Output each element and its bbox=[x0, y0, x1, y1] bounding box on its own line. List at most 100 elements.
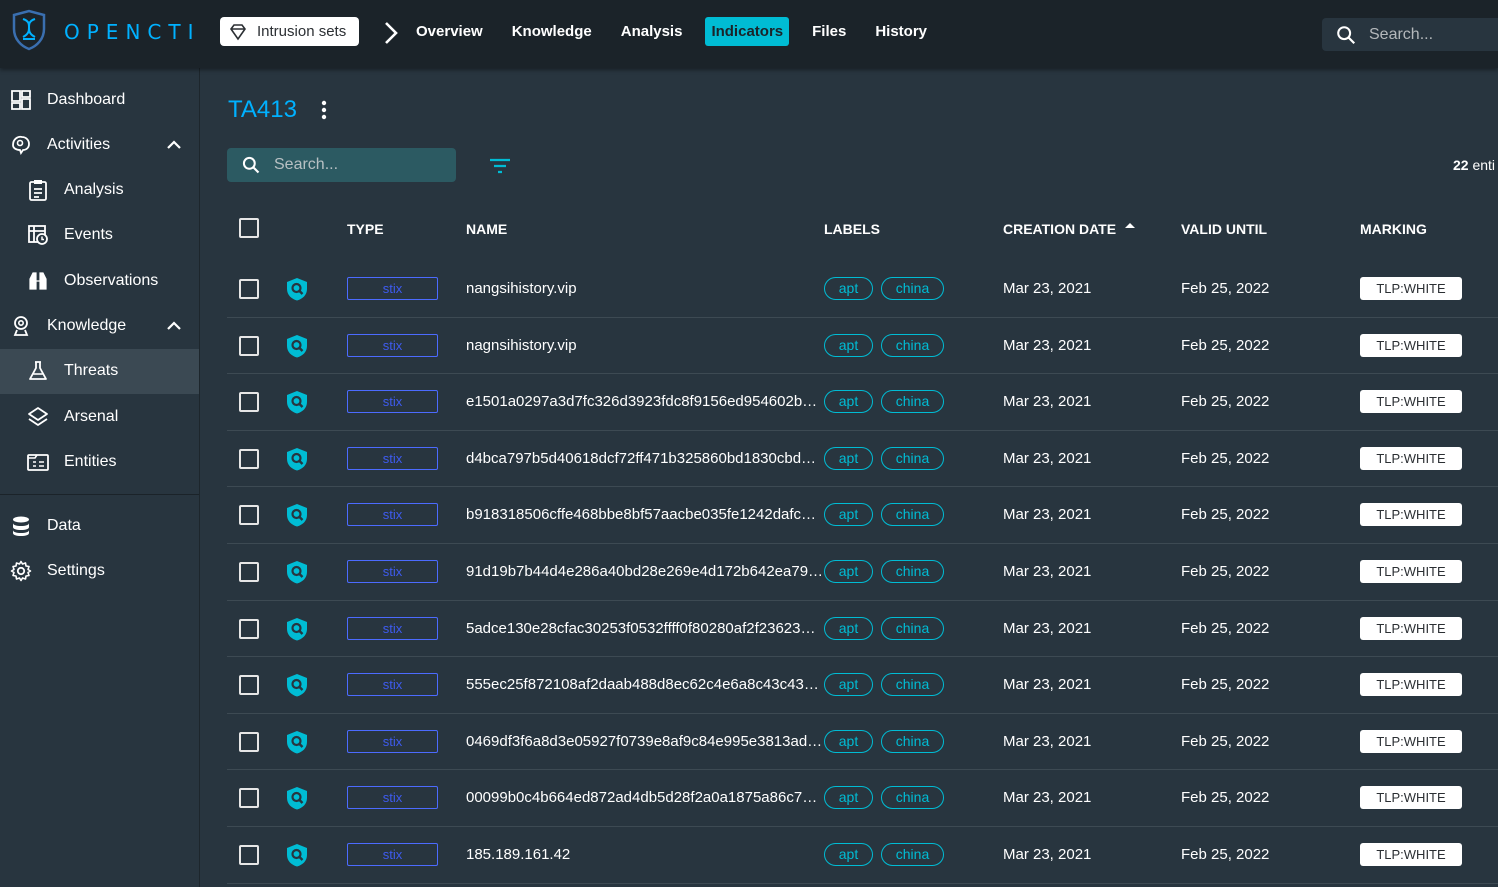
entity-type-chip[interactable]: Intrusion sets bbox=[220, 17, 359, 46]
list-search-input[interactable] bbox=[274, 156, 444, 174]
row-checkbox[interactable] bbox=[239, 392, 259, 413]
label-chip[interactable]: apt bbox=[824, 673, 873, 697]
indicator-icon bbox=[286, 617, 308, 641]
sidebar-item-entities[interactable]: Entities bbox=[0, 440, 199, 485]
label-chip[interactable]: china bbox=[881, 390, 944, 414]
indicator-name: 91d19b7b44d4e286a40bd28e269e4d172b642ea7… bbox=[466, 562, 824, 580]
label-chip[interactable]: china bbox=[881, 277, 944, 300]
table-row[interactable]: stix 5adce130e28cfac30253f0532ffff0f80280… bbox=[227, 601, 1498, 658]
indicator-name: d4bca797b5d40618dcf72ff471b325860bd1830c… bbox=[466, 449, 817, 467]
row-checkbox[interactable] bbox=[239, 788, 259, 809]
global-search-input[interactable] bbox=[1369, 25, 1489, 44]
more-vert-icon[interactable] bbox=[316, 98, 332, 122]
column-header-name[interactable]: NAME bbox=[466, 221, 507, 237]
chevron-up-icon[interactable] bbox=[163, 134, 185, 156]
sidebar-item-events[interactable]: Events bbox=[0, 213, 199, 258]
select-all-checkbox[interactable] bbox=[239, 218, 259, 238]
label-chip[interactable]: apt bbox=[824, 446, 873, 470]
tab-overview[interactable]: Overview bbox=[410, 17, 489, 46]
label-chip[interactable]: apt bbox=[824, 277, 873, 300]
indicator-name: 185.189.161.42 bbox=[466, 845, 571, 863]
creation-date: Mar 23, 2021 bbox=[1003, 789, 1092, 807]
column-header-creation-date[interactable]: CREATION DATE bbox=[1003, 221, 1116, 237]
creation-date: Mar 23, 2021 bbox=[1003, 845, 1092, 863]
row-checkbox[interactable] bbox=[239, 844, 259, 865]
tab-analysis[interactable]: Analysis bbox=[615, 17, 689, 46]
row-checkbox[interactable] bbox=[239, 731, 259, 752]
sidebar-divider bbox=[0, 494, 199, 495]
sidebar-item-data[interactable]: Data bbox=[0, 504, 199, 549]
table-row[interactable]: stix 555ec25f872108af2daab488d8ec62c4e6a8… bbox=[227, 657, 1498, 714]
label-chip[interactable]: apt bbox=[824, 503, 873, 527]
indicator-name: 00099b0c4b664ed872ad4db5d28f2a0a1875a86c… bbox=[466, 789, 824, 807]
tab-knowledge[interactable]: Knowledge bbox=[506, 17, 598, 46]
tab-indicators[interactable]: Indicators bbox=[705, 17, 790, 46]
row-checkbox[interactable] bbox=[239, 618, 259, 639]
tab-history[interactable]: History bbox=[869, 17, 933, 46]
sidebar-item-label: Dashboard bbox=[47, 91, 126, 108]
row-checkbox[interactable] bbox=[239, 505, 259, 526]
table-row[interactable]: stix b918318506cffe468bbe8bf57aacbe035fe1… bbox=[227, 487, 1498, 544]
activities-icon bbox=[9, 133, 33, 157]
label-chip[interactable]: china bbox=[881, 446, 944, 470]
valid-until-date: Feb 25, 2022 bbox=[1181, 619, 1270, 637]
column-header-valid-until[interactable]: VALID UNTIL bbox=[1181, 221, 1267, 237]
label-chip[interactable]: apt bbox=[824, 729, 873, 753]
row-checkbox[interactable] bbox=[239, 561, 259, 582]
label-chip[interactable]: apt bbox=[824, 333, 873, 357]
creation-date: Mar 23, 2021 bbox=[1003, 280, 1092, 297]
table-row[interactable]: stix 91d19b7b44d4e286a40bd28e269e4d172b64… bbox=[227, 544, 1498, 601]
label-chip[interactable]: apt bbox=[824, 559, 873, 583]
label-chip[interactable]: china bbox=[881, 786, 944, 810]
table-row[interactable]: stix e1501a0297a3d7fc326d3923fdc8f9156ed9… bbox=[227, 374, 1498, 431]
table-row[interactable]: stix nangsihistory.vip apt china Mar 23, 202… bbox=[227, 261, 1498, 318]
sidebar-item-analysis[interactable]: Analysis bbox=[0, 168, 199, 213]
indicator-name: 0469df3f6a8d3e05927f0739e8af9c84e995e381… bbox=[466, 732, 823, 750]
opencti-logo-icon[interactable] bbox=[10, 9, 48, 51]
sidebar-item-knowledge[interactable]: Knowledge bbox=[0, 304, 199, 349]
label-chip[interactable]: apt bbox=[824, 786, 873, 810]
label-chip[interactable]: apt bbox=[824, 842, 873, 866]
entity-count: 22 enti bbox=[1453, 157, 1495, 173]
marking-badge: TLP:WHITE bbox=[1360, 446, 1462, 470]
creation-date: Mar 23, 2021 bbox=[1003, 676, 1092, 694]
column-header-labels[interactable]: LABELS bbox=[824, 221, 880, 237]
valid-until-date: Feb 25, 2022 bbox=[1181, 789, 1270, 807]
sidebar-item-dashboard[interactable]: Dashboard bbox=[0, 78, 199, 123]
label-chip[interactable]: china bbox=[881, 673, 944, 697]
indicator-icon bbox=[286, 503, 308, 527]
sidebar-item-threats[interactable]: Threats bbox=[0, 349, 199, 394]
label-chip[interactable]: china bbox=[881, 333, 944, 357]
sort-ascending-icon[interactable] bbox=[1124, 220, 1136, 232]
column-header-type[interactable]: TYPE bbox=[347, 221, 384, 237]
sidebar-item-observations[interactable]: Observations bbox=[0, 259, 199, 304]
label-chip[interactable]: china bbox=[881, 616, 944, 640]
filter-icon[interactable] bbox=[488, 154, 512, 178]
indicator-name: 555ec25f872108af2daab488d8ec62c4e6a8c43c… bbox=[466, 676, 819, 694]
column-header-marking[interactable]: MARKING bbox=[1360, 221, 1427, 237]
label-chip[interactable]: apt bbox=[824, 390, 873, 414]
type-chip: stix bbox=[347, 277, 438, 300]
sidebar-item-settings[interactable]: Settings bbox=[0, 549, 199, 594]
marking-badge: TLP:WHITE bbox=[1360, 390, 1462, 414]
table-row[interactable]: stix d4bca797b5d40618dcf72ff471b325860bd1… bbox=[227, 431, 1498, 488]
label-chip[interactable]: china bbox=[881, 842, 944, 866]
label-chip[interactable]: china bbox=[881, 729, 944, 753]
chevron-up-icon[interactable] bbox=[163, 315, 185, 337]
table-row[interactable]: stix 185.189.161.42 apt china Mar 23, 2021 Fe… bbox=[227, 827, 1498, 884]
tab-files[interactable]: Files bbox=[806, 17, 852, 46]
sidebar-item-activities[interactable]: Activities bbox=[0, 123, 199, 168]
row-checkbox[interactable] bbox=[239, 675, 259, 696]
table-row[interactable]: stix nagnsihistory.vip apt china Mar 23, 202… bbox=[227, 318, 1498, 375]
row-checkbox[interactable] bbox=[239, 448, 259, 469]
row-checkbox[interactable] bbox=[239, 335, 259, 356]
label-chip[interactable]: apt bbox=[824, 616, 873, 640]
table-row[interactable]: stix 00099b0c4b664ed872ad4db5d28f2a0a1875… bbox=[227, 770, 1498, 827]
marking-badge: TLP:WHITE bbox=[1360, 616, 1462, 640]
label-chip[interactable]: china bbox=[881, 559, 944, 583]
label-chip[interactable]: china bbox=[881, 503, 944, 527]
row-checkbox[interactable] bbox=[239, 279, 259, 299]
table-row[interactable]: stix 0469df3f6a8d3e05927f0739e8af9c84e995… bbox=[227, 714, 1498, 771]
indicator-name: e1501a0297a3d7fc326d3923fdc8f9156ed95460… bbox=[466, 393, 818, 411]
sidebar-item-arsenal[interactable]: Arsenal bbox=[0, 395, 199, 440]
